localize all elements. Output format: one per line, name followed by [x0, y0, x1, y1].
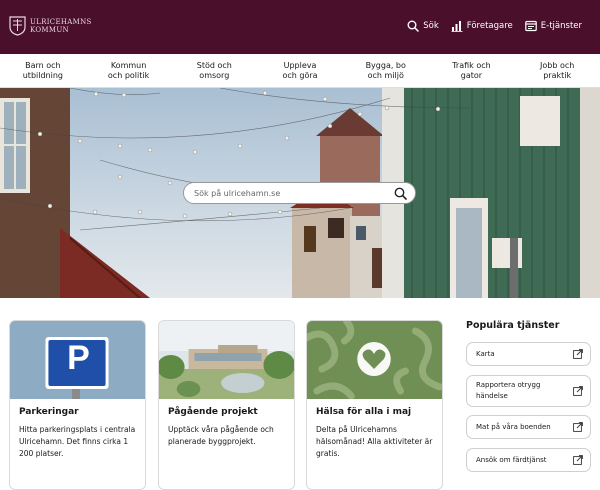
nav-item-bygga-bo-och-miljo[interactable]: Bygga, bo och miljö — [343, 54, 429, 87]
nav-label-line1: Jobb och — [540, 60, 575, 70]
nav-label-line2: och miljö — [367, 70, 404, 80]
popular-item-label: Mat på våra boenden — [476, 422, 551, 431]
card-pagaende-projekt[interactable]: Pågående projekt Upptäck våra pågående o… — [158, 320, 295, 490]
search-submit-button[interactable] — [393, 186, 407, 200]
health-month-image — [307, 321, 442, 399]
construction-project-image — [159, 321, 294, 399]
site-logo[interactable]: ULRICEHAMNS KOMMUN — [9, 16, 92, 36]
header-links: Sök Företagare E-tjänster — [407, 20, 582, 32]
popular-item-karta[interactable]: Karta — [466, 342, 591, 366]
nav-label-line2: utbildning — [22, 70, 63, 80]
nav-label-line1: Stöd och — [196, 60, 232, 70]
parking-sign-letter: P — [67, 339, 90, 377]
nav-label-line2: gator — [460, 70, 483, 80]
business-link-label: Företagare — [466, 21, 513, 31]
external-link-icon — [573, 422, 583, 432]
popular-item-ansok-om-fardtjanst[interactable]: Ansök om färdtjänst — [466, 448, 591, 472]
external-link-icon — [573, 349, 583, 359]
external-link-icon — [573, 455, 583, 465]
business-link[interactable]: Företagare — [451, 20, 513, 32]
card-text: Upptäck våra pågående och planerade bygg… — [168, 425, 274, 446]
nav-label-line2: praktik — [543, 70, 572, 80]
nav-label-line1: Kommun — [110, 60, 147, 70]
nav-item-stod-och-omsorg[interactable]: Stöd och omsorg — [171, 54, 257, 87]
site-search — [183, 182, 416, 204]
popular-item-rapportera-otrygg-handelse[interactable]: Rapportera otrygg händelse — [466, 375, 591, 407]
e-services-link[interactable]: E-tjänster — [524, 20, 582, 32]
nav-label-line2: omsorg — [199, 70, 230, 80]
nav-label-line1: Trafik och — [452, 60, 491, 70]
popular-services-title: Populära tjänster — [466, 320, 560, 331]
logo-line-1: ULRICEHAMNS — [30, 18, 92, 26]
logo-wordmark: ULRICEHAMNS KOMMUN — [30, 18, 92, 34]
logo-line-2: KOMMUN — [30, 26, 69, 34]
nav-label-line1: Bygga, bo — [365, 60, 406, 70]
nav-label-line2: och göra — [282, 70, 318, 80]
site-header: ULRICEHAMNS KOMMUN Sök Företagare E-tjän… — [0, 0, 600, 54]
bar-chart-icon — [451, 21, 463, 32]
search-icon — [407, 20, 419, 32]
nav-item-barn-och-utbildning[interactable]: Barn och utbildning — [0, 54, 86, 87]
popular-item-label: Rapportera otrygg händelse — [476, 381, 541, 400]
nav-label-line1: Barn och — [25, 60, 61, 70]
nav-item-jobb-och-praktik[interactable]: Jobb och praktik — [514, 54, 600, 87]
search-link[interactable]: Sök — [407, 20, 439, 32]
card-parkeringar[interactable]: P Parkeringar Hitta parkeringsplats i ce… — [9, 320, 146, 490]
card-halsa-for-alla[interactable]: Hälsa för alla i maj Delta på Ulricehamn… — [306, 320, 443, 490]
card-text: Hitta parkeringsplats i centrala Ulriceh… — [19, 425, 136, 458]
popular-item-label: Karta — [476, 349, 495, 358]
popular-item-mat-pa-vara-boenden[interactable]: Mat på våra boenden — [466, 415, 591, 439]
nav-label-line1: Uppleva — [283, 60, 317, 70]
search-icon — [394, 187, 407, 200]
coat-of-arms-icon — [9, 16, 26, 36]
nav-item-trafik-och-gator[interactable]: Trafik och gator — [429, 54, 515, 87]
external-link-icon — [573, 386, 583, 396]
nav-item-kommun-och-politik[interactable]: Kommun och politik — [86, 54, 172, 87]
popular-item-label: Ansök om färdtjänst — [476, 455, 547, 464]
nav-label-line2: och politik — [107, 70, 150, 80]
e-services-link-label: E-tjänster — [540, 21, 582, 31]
hero-banner — [0, 88, 600, 298]
card-title: Pågående projekt — [168, 407, 258, 417]
nav-item-uppleva-och-gora[interactable]: Uppleva och göra — [257, 54, 343, 87]
card-title: Parkeringar — [19, 407, 79, 417]
card-text: Delta på Ulricehamns hälsomånad! Alla ak… — [316, 425, 433, 458]
search-link-label: Sök — [423, 21, 439, 31]
main-navigation: Barn och utbildning Kommun och politik Stö… — [0, 54, 600, 88]
card-title: Hälsa för alla i maj — [316, 407, 412, 417]
e-services-icon — [524, 20, 537, 32]
search-input[interactable] — [194, 188, 393, 198]
